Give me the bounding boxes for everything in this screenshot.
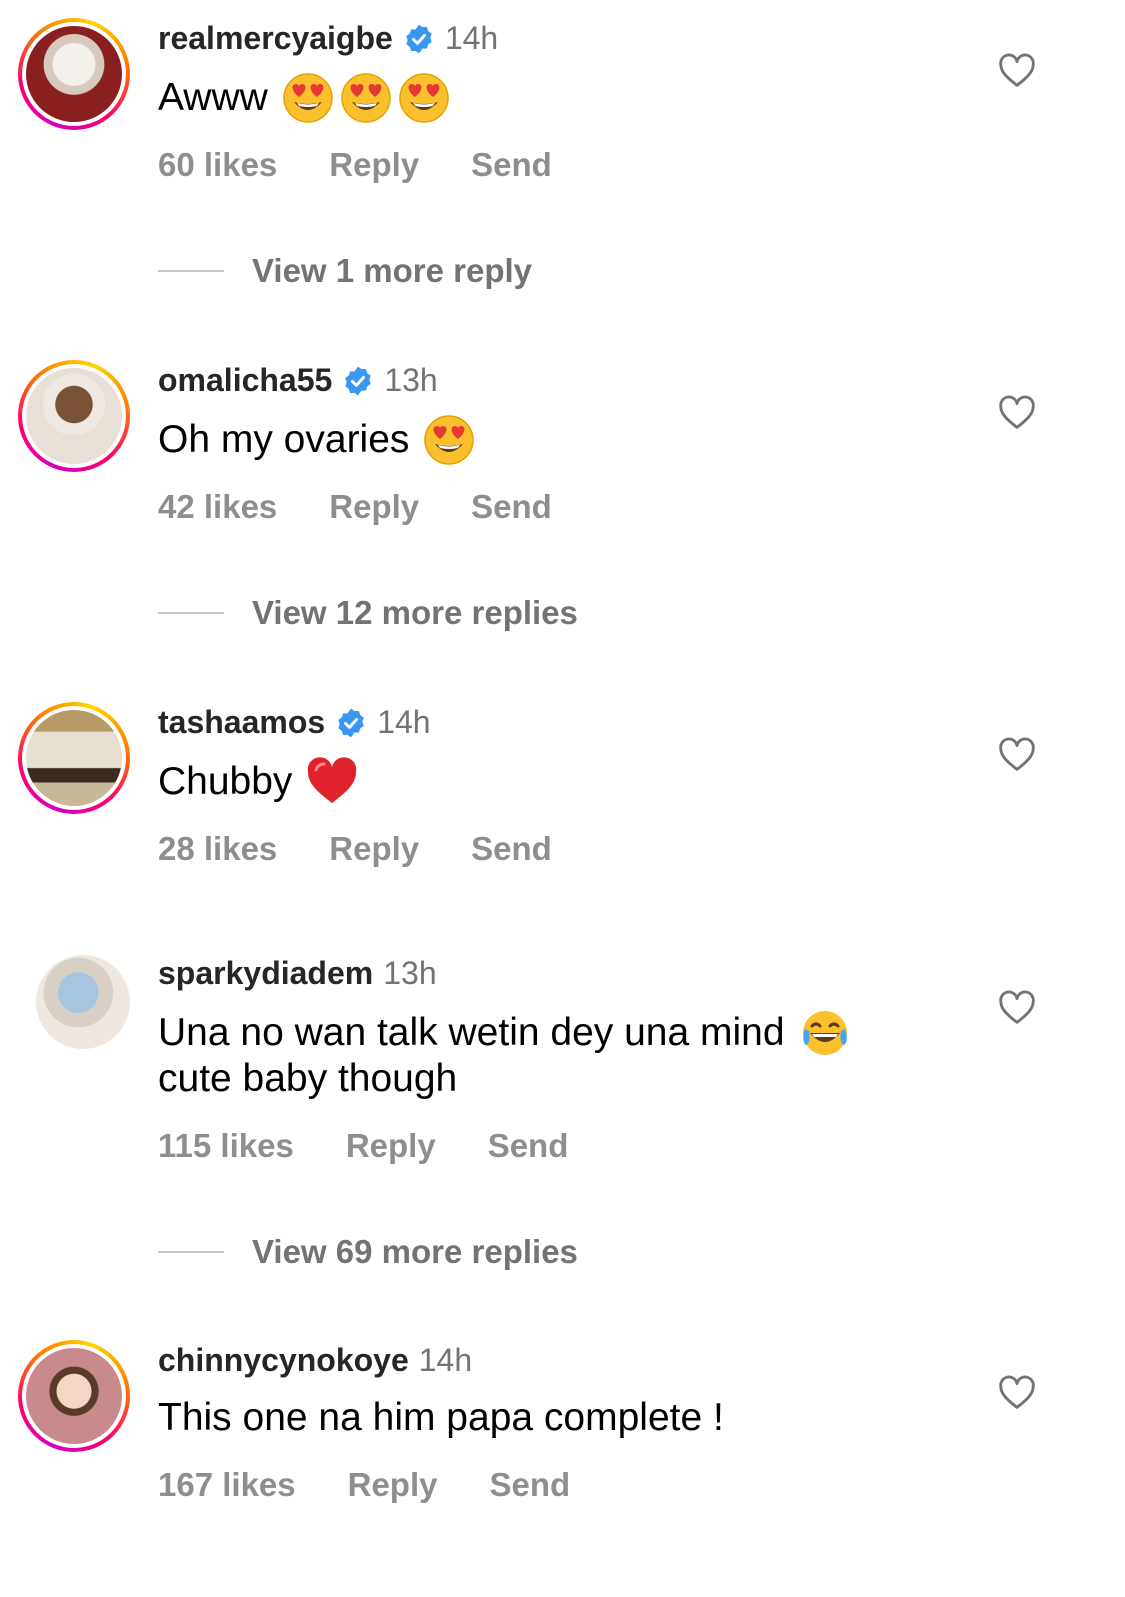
likes-count[interactable]: 42 likes — [158, 488, 277, 526]
view-more-replies[interactable]: View 12 more replies — [158, 594, 578, 632]
reply-button[interactable]: Reply — [329, 488, 419, 526]
divider-line — [158, 612, 224, 614]
comment-actions: 60 likes Reply Send — [158, 146, 552, 184]
avatar — [26, 368, 122, 464]
view-more-replies[interactable]: View 1 more reply — [158, 252, 532, 290]
timestamp: 13h — [384, 362, 438, 398]
comment-text: Chubby — [158, 760, 293, 803]
verified-badge-icon — [403, 23, 435, 55]
username[interactable]: chinnycynokoye — [158, 1342, 409, 1379]
likes-count[interactable]: 167 likes — [158, 1466, 296, 1504]
avatar — [26, 26, 122, 122]
comment-text: Oh my ovaries — [158, 418, 410, 461]
comment-text-line-2: cute baby though — [158, 1057, 458, 1100]
like-heart-icon[interactable] — [998, 1375, 1036, 1413]
timestamp: 14h — [377, 704, 431, 740]
reply-button[interactable]: Reply — [329, 146, 419, 184]
likes-count[interactable]: 28 likes — [158, 830, 277, 868]
like-heart-icon[interactable] — [998, 395, 1036, 433]
like-heart-icon[interactable] — [998, 990, 1036, 1028]
comment-text: Awww — [158, 76, 268, 119]
comment-header: tashaamos 14h — [158, 704, 431, 741]
avatar-story-ring[interactable] — [18, 18, 130, 130]
likes-count[interactable]: 115 likes — [158, 1127, 294, 1165]
username[interactable]: tashaamos — [158, 704, 325, 741]
username[interactable]: realmercyaigbe — [158, 20, 393, 57]
comment-text-row: Awww — [158, 72, 938, 124]
comment-text: This one na him papa complete ! — [158, 1396, 724, 1439]
comment-actions: 28 likes Reply Send — [158, 830, 552, 868]
divider-line — [158, 1251, 224, 1253]
heart-eyes-emoji-icon — [423, 414, 475, 466]
comment-header: chinnycynokoye 14h — [158, 1342, 472, 1379]
verified-badge-icon — [335, 707, 367, 739]
timestamp: 13h — [383, 955, 437, 991]
heart-eyes-emoji-icon — [282, 72, 334, 124]
comment-text-row: Oh my ovaries — [158, 414, 938, 466]
timestamp: 14h — [418, 1342, 473, 1378]
comment-text-row: cute baby though — [158, 1055, 938, 1103]
reply-button[interactable]: Reply — [346, 1127, 436, 1165]
comment-header: realmercyaigbe 14h — [158, 20, 498, 57]
username[interactable]: sparkydiadem — [158, 955, 373, 992]
comment-text: Una no wan talk wetin dey una mind — [158, 1011, 785, 1054]
comment-text-row: Chubby — [158, 756, 938, 808]
send-button[interactable]: Send — [490, 1466, 571, 1504]
likes-count[interactable]: 60 likes — [158, 146, 277, 184]
like-heart-icon[interactable] — [998, 53, 1036, 91]
like-heart-icon[interactable] — [998, 737, 1036, 775]
timestamp: 14h — [444, 20, 499, 56]
send-button[interactable]: Send — [471, 830, 552, 868]
avatar — [26, 710, 122, 806]
heart-eyes-emoji-icon — [340, 72, 392, 124]
comment-text-row: Una no wan talk wetin dey una mind — [158, 1007, 938, 1059]
reply-button[interactable]: Reply — [348, 1466, 438, 1504]
view-more-replies-label: View 12 more replies — [252, 594, 578, 631]
comment-actions: 115 likes Reply Send — [158, 1127, 568, 1165]
avatar — [26, 1348, 122, 1444]
reply-button[interactable]: Reply — [329, 830, 419, 868]
verified-badge-icon — [342, 365, 374, 397]
tears-of-joy-emoji-icon — [799, 1007, 851, 1059]
avatar-story-ring[interactable] — [18, 360, 130, 472]
avatar-story-ring[interactable] — [18, 702, 130, 814]
comment-actions: 42 likes Reply Send — [158, 488, 552, 526]
comment-header: sparkydiadem 13h — [158, 955, 437, 992]
comment-header: omalicha55 13h — [158, 362, 438, 399]
avatar[interactable] — [36, 955, 130, 1049]
view-more-replies-label: View 1 more reply — [252, 252, 533, 289]
red-heart-emoji-icon — [306, 756, 358, 808]
avatar-story-ring[interactable] — [18, 1340, 130, 1452]
send-button[interactable]: Send — [488, 1127, 569, 1165]
username[interactable]: omalicha55 — [158, 362, 332, 399]
comment-actions: 167 likes Reply Send — [158, 1466, 570, 1504]
divider-line — [158, 270, 224, 272]
view-more-replies-label: View 69 more replies — [252, 1233, 578, 1270]
send-button[interactable]: Send — [471, 488, 552, 526]
heart-eyes-emoji-icon — [398, 72, 450, 124]
send-button[interactable]: Send — [471, 146, 552, 184]
comment-text-row: This one na him papa complete ! — [158, 1394, 938, 1442]
view-more-replies[interactable]: View 69 more replies — [158, 1233, 578, 1271]
